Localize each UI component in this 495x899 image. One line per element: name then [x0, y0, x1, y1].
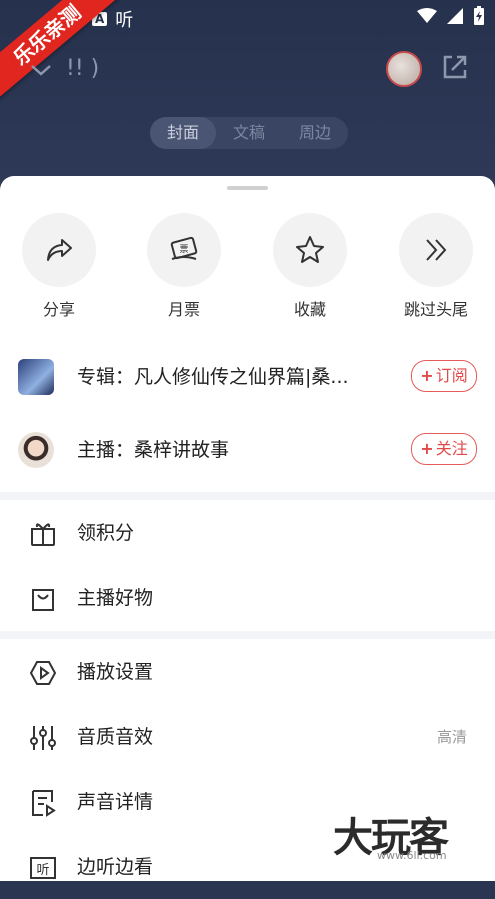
quick-actions: 分享 票 月票 收藏 跳过头尾 [0, 213, 495, 319]
menu-anchor-goods[interactable]: 主播好物 [0, 566, 495, 630]
double-chevron-icon [426, 239, 447, 261]
ticket-label: 月票 [167, 300, 200, 319]
menu-audio-quality[interactable]: 音质音效 高清 [0, 705, 495, 769]
tab-merch[interactable]: 周边 [282, 117, 348, 149]
document-play-icon [32, 790, 56, 817]
share-icon [47, 239, 72, 261]
header-title: !! ) [66, 56, 100, 81]
collapse-chevron-icon[interactable] [30, 62, 52, 78]
watermark-url: www.6ll.com [377, 849, 447, 862]
listen-read-icon: 听 [30, 857, 56, 879]
earn-points-label: 领积分 [77, 522, 135, 544]
battery-charging-icon [474, 6, 484, 25]
audio-quality-label: 音质音效 [77, 726, 154, 748]
skip-label: 跳过头尾 [403, 300, 468, 319]
share-label: 分享 [42, 300, 75, 319]
menu-playback-settings[interactable]: 播放设置 [0, 640, 495, 704]
drag-handle[interactable] [227, 186, 268, 190]
anchor-row[interactable]: 主播：桑梓讲故事 + 关注 [0, 418, 495, 482]
section-divider-2 [0, 631, 495, 639]
tab-manuscript[interactable]: 文稿 [216, 117, 282, 149]
ticket-icon: 票 [170, 236, 198, 260]
svg-text:听: 听 [36, 863, 49, 878]
star-icon [296, 236, 324, 263]
wifi-icon [417, 8, 437, 23]
subscribe-label: 订阅 [435, 366, 468, 385]
play-settings-icon [29, 661, 57, 685]
anchor-avatar [18, 432, 54, 468]
album-title: 专辑：凡人修仙传之仙界篇|桑... [77, 366, 349, 388]
playback-settings-label: 播放设置 [77, 661, 154, 683]
album-cover [18, 359, 54, 395]
user-avatar[interactable] [386, 51, 422, 87]
sound-details-label: 声音详情 [77, 791, 154, 813]
tab-cover[interactable]: 封面 [150, 117, 216, 149]
site-watermark: 大玩客 www.6ll.com [325, 805, 495, 875]
listen-app-icon: 听 [115, 10, 134, 31]
skip-intro-outro-action[interactable]: 跳过头尾 [386, 213, 486, 320]
subscribe-button[interactable]: + 订阅 [411, 360, 477, 392]
share-out-icon[interactable] [440, 52, 470, 82]
section-divider [0, 492, 495, 500]
content-tabs: 封面 文稿 周边 [150, 117, 348, 149]
audio-quality-value: 高清 [436, 728, 467, 746]
listen-read-label: 边听边看 [77, 856, 154, 878]
monthly-ticket-action[interactable]: 票 月票 [134, 213, 234, 320]
gift-icon [31, 523, 55, 546]
anchor-goods-label: 主播好物 [77, 587, 154, 609]
menu-earn-points[interactable]: 领积分 [0, 501, 495, 565]
signal-icon [447, 8, 463, 24]
more-options-sheet: 分享 票 月票 收藏 跳过头尾 专辑：凡人修仙传之仙界篇|桑... + 订阅 主播… [0, 176, 495, 881]
anchor-name: 主播：桑梓讲故事 [77, 439, 230, 461]
svg-text:票: 票 [179, 244, 188, 255]
equalizer-icon [30, 726, 56, 750]
share-action[interactable]: 分享 [9, 213, 109, 320]
shopping-bag-icon [32, 589, 54, 611]
favorite-label: 收藏 [293, 300, 326, 319]
album-row[interactable]: 专辑：凡人修仙传之仙界篇|桑... + 订阅 [0, 345, 495, 409]
follow-button[interactable]: + 关注 [411, 433, 477, 465]
follow-label: 关注 [435, 439, 468, 458]
favorite-action[interactable]: 收藏 [260, 213, 360, 320]
